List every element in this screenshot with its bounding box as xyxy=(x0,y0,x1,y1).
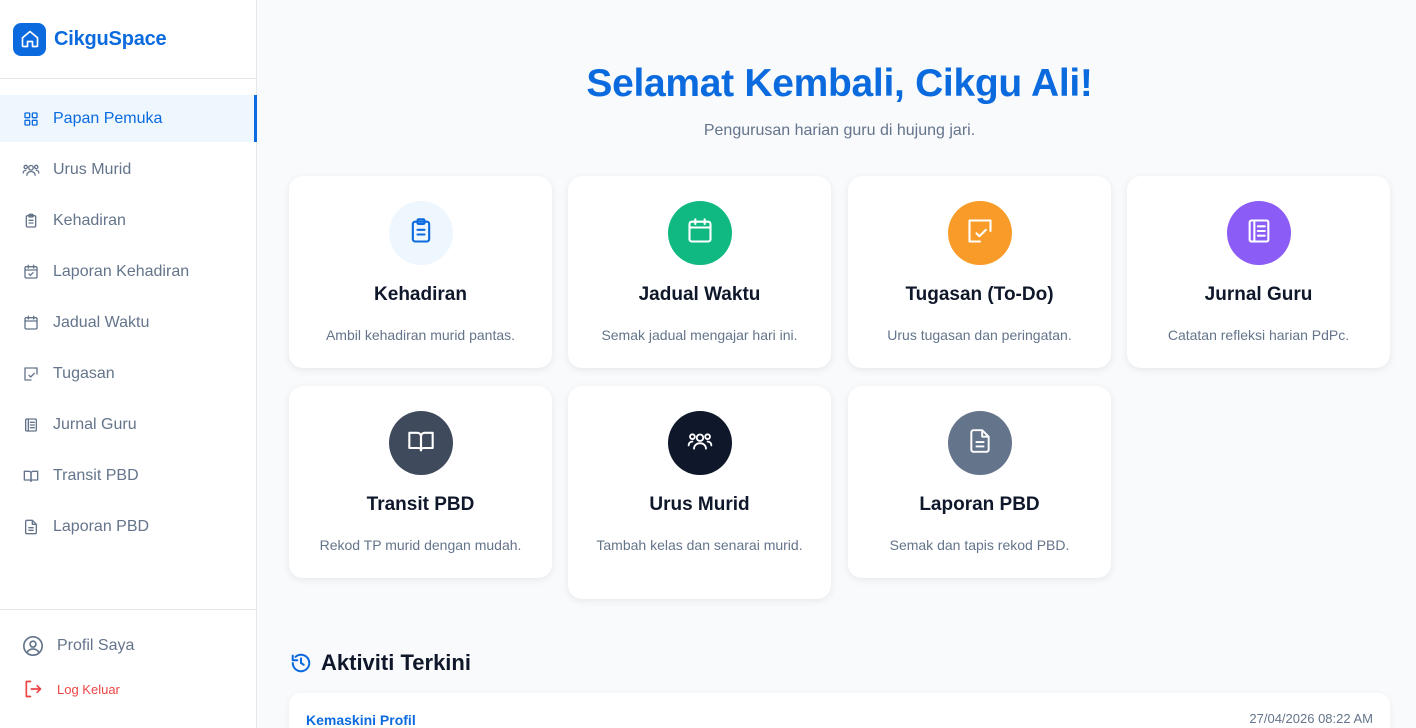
card-title: Laporan PBD xyxy=(919,494,1040,515)
activity-item[interactable]: Kemaskini Profil 27/04/2026 08:22 AM xyxy=(289,693,1390,728)
sidebar-item-label: Laporan PBD xyxy=(53,517,150,535)
activity-heading-label: Aktiviti Terkini xyxy=(321,650,471,675)
sidebar-item-label: Urus Murid xyxy=(53,160,132,178)
card-tugasan[interactable]: Tugasan (To-Do) Urus tugasan dan peringa… xyxy=(848,176,1111,368)
card-jadual-waktu[interactable]: Jadual Waktu Semak jadual mengajar hari … xyxy=(568,176,831,368)
user-circle-icon xyxy=(22,635,44,657)
activity-timestamp: 27/04/2026 08:22 AM xyxy=(1249,711,1373,726)
sidebar-item-label: Kehadiran xyxy=(53,211,126,229)
sidebar-item-laporan-kehadiran[interactable]: Laporan Kehadiran xyxy=(0,248,257,295)
sidebar-item-label: Tugasan xyxy=(53,364,115,382)
brand[interactable]: CikguSpace xyxy=(0,0,256,79)
card-title: Jadual Waktu xyxy=(638,284,761,305)
home-icon xyxy=(13,22,46,56)
sidebar-item-label: Jurnal Guru xyxy=(53,415,137,433)
card-description: Ambil kehadiran murid pantas. xyxy=(325,327,516,343)
profile-link[interactable]: Profil Saya xyxy=(0,610,257,682)
card-title: Kehadiran xyxy=(374,284,467,305)
card-description: Catatan refleksi harian PdPc. xyxy=(1167,327,1350,343)
file-text-icon xyxy=(22,518,40,536)
card-title: Transit PBD xyxy=(366,494,475,515)
sidebar-footer: Profil Saya Log Keluar xyxy=(0,609,257,700)
card-title: Urus Murid xyxy=(649,494,750,515)
card-icon-bg xyxy=(667,201,732,265)
clipboard-icon xyxy=(407,216,435,251)
card-description: Semak dan tapis rekod PBD. xyxy=(889,537,1070,553)
card-icon-bg xyxy=(947,411,1012,475)
sidebar-item-tugasan[interactable]: Tugasan xyxy=(0,350,257,397)
sidebar-item-label: Laporan Kehadiran xyxy=(53,262,190,280)
journal-icon xyxy=(1245,217,1273,250)
page-title: Selamat Kembali, Cikgu Ali! xyxy=(586,62,1093,105)
sidebar-item-jurnal-guru[interactable]: Jurnal Guru xyxy=(0,401,257,448)
card-description: Urus tugasan dan peringatan. xyxy=(887,327,1072,343)
book-open-icon xyxy=(22,467,40,485)
card-transit-pbd[interactable]: Transit PBD Rekod TP murid dengan mudah. xyxy=(289,386,552,578)
history-icon xyxy=(290,652,312,674)
sidebar-item-transit-pbd[interactable]: Transit PBD xyxy=(0,452,257,499)
journal-icon xyxy=(22,416,40,434)
calendar-icon xyxy=(686,217,714,250)
sidebar-item-laporan-pbd[interactable]: Laporan PBD xyxy=(0,503,257,550)
calendar-icon xyxy=(22,314,40,332)
logout-label: Log Keluar xyxy=(57,681,120,697)
card-icon-bg xyxy=(388,411,453,475)
logout-icon xyxy=(22,678,44,700)
sidebar-item-label: Jadual Waktu xyxy=(53,313,150,331)
card-icon-bg xyxy=(1226,201,1291,265)
card-title: Tugasan (To-Do) xyxy=(905,284,1054,305)
card-kehadiran[interactable]: Kehadiran Ambil kehadiran murid pantas. xyxy=(289,176,552,368)
users-icon xyxy=(22,161,40,179)
card-laporan-pbd[interactable]: Laporan PBD Semak dan tapis rekod PBD. xyxy=(848,386,1111,578)
card-description: Semak jadual mengajar hari ini. xyxy=(601,327,798,343)
task-icon xyxy=(966,217,994,250)
logout-button[interactable]: Log Keluar xyxy=(0,678,257,700)
calendar-check-icon xyxy=(22,263,40,281)
sidebar-item-jadual-waktu[interactable]: Jadual Waktu xyxy=(0,299,257,346)
card-description: Rekod TP murid dengan mudah. xyxy=(319,537,522,553)
card-icon-bg xyxy=(667,411,732,475)
sidebar-item-label: Papan Pemuka xyxy=(53,109,163,127)
card-jurnal-guru[interactable]: Jurnal Guru Catatan refleksi harian PdPc… xyxy=(1127,176,1390,368)
sidebar: CikguSpace Papan Pemuka Urus Murid Kehad… xyxy=(0,0,257,728)
grid-icon xyxy=(22,110,40,128)
sidebar-item-label: Transit PBD xyxy=(53,466,139,484)
book-open-icon xyxy=(406,427,436,460)
activity-title: Kemaskini Profil xyxy=(306,712,416,728)
sidebar-nav: Papan Pemuka Urus Murid Kehadiran Lapora… xyxy=(0,95,257,554)
activity-heading: Aktiviti Terkini xyxy=(290,650,471,676)
sidebar-item-kehadiran[interactable]: Kehadiran xyxy=(0,197,257,244)
task-icon xyxy=(22,365,40,383)
card-title: Jurnal Guru xyxy=(1204,284,1313,305)
brand-name: CikguSpace xyxy=(54,27,167,50)
card-icon-bg xyxy=(947,201,1012,265)
sidebar-item-papan-pemuka[interactable]: Papan Pemuka xyxy=(0,95,257,142)
card-urus-murid[interactable]: Urus Murid Tambah kelas dan senarai muri… xyxy=(568,386,831,599)
sidebar-item-urus-murid[interactable]: Urus Murid xyxy=(0,146,257,193)
clipboard-icon xyxy=(22,212,40,230)
page-subtitle: Pengurusan harian guru di hujung jari. xyxy=(703,122,976,139)
users-icon xyxy=(685,428,715,459)
card-description: Tambah kelas dan senarai murid. xyxy=(596,537,803,553)
card-icon-bg xyxy=(388,201,453,265)
main-content: Selamat Kembali, Cikgu Ali! Pengurusan h… xyxy=(257,0,1416,728)
file-text-icon xyxy=(967,427,993,460)
profile-label: Profil Saya xyxy=(57,637,135,654)
